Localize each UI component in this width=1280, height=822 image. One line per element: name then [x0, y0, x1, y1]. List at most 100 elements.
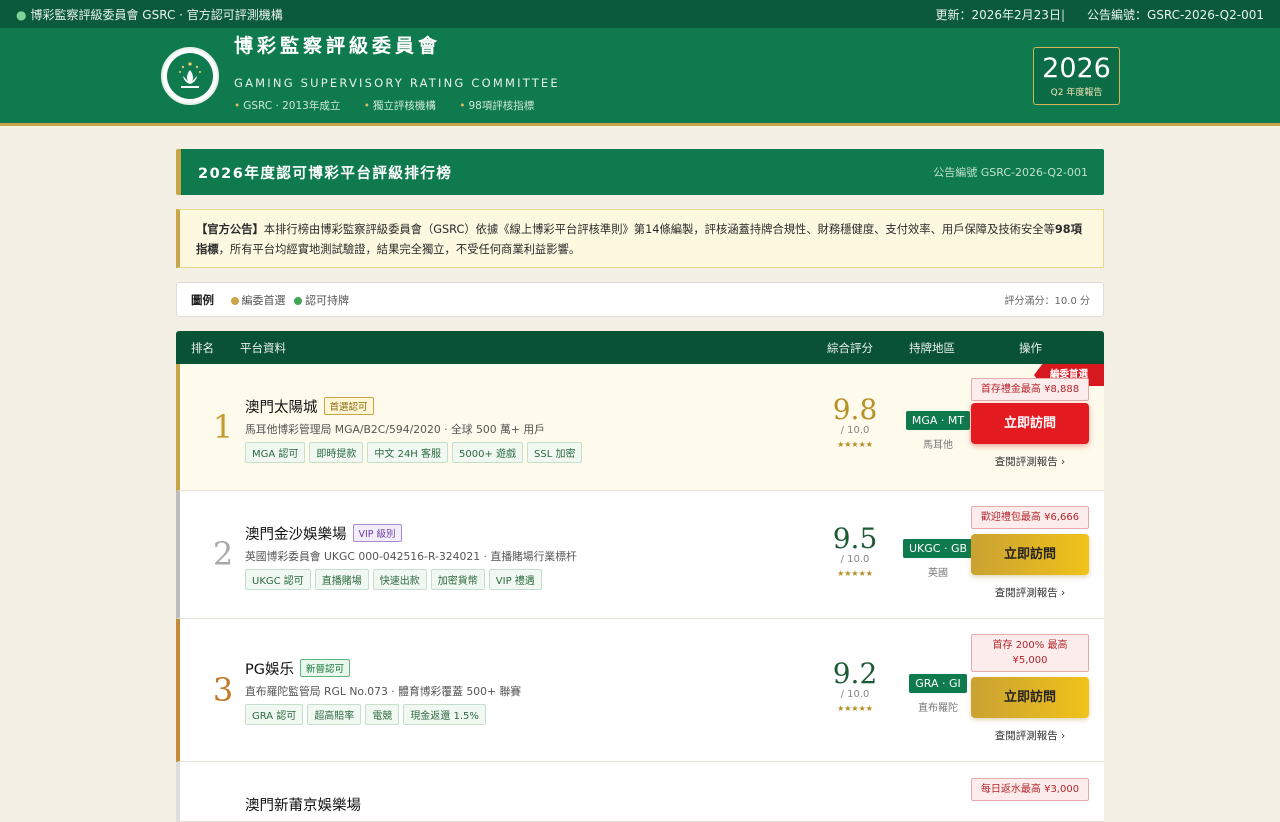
meta-independent: 獨立評核機構 — [372, 100, 436, 112]
meta-indicators: 98項評核指標 — [468, 100, 535, 112]
score-block: 9.2 / 10.0 ★★★★★ — [810, 657, 900, 714]
feature-tag: 直播賭場 — [314, 569, 369, 590]
visit-button[interactable]: 立即訪問 — [971, 677, 1089, 718]
notice-tail: ，所有平台均經實地測試驗證，結果完全獨立，不受任何商業利益影響。 — [218, 243, 581, 256]
update-date: 更新：2026年2月23日 — [935, 7, 1061, 22]
star-rating-icon: ★★★★★ — [837, 704, 873, 713]
legend-bar: 圖例 編委首選 認可持牌 評分滿分：10.0 分 — [176, 282, 1104, 317]
top-bar: ● 博彩監察評級委員會 GSRC · 官方認可評測機構 更新：2026年2月23日… — [0, 0, 1280, 28]
section-code: 公告編號 GSRC-2026-Q2-001 — [933, 166, 1088, 179]
license-block: MGA · MT 馬耳他 — [898, 409, 978, 451]
bonus-badge: 每日返水最高 ¥3,000 — [971, 778, 1089, 801]
bonus-badge: 首存 200% 最高 ¥5,000 — [971, 634, 1089, 672]
license-badge: MGA · MT — [905, 411, 971, 430]
lotus-icon — [167, 53, 213, 99]
action-block: 每日返水最高 ¥3,000 — [971, 778, 1089, 801]
license-badge: GRA · GI — [909, 674, 967, 693]
platform-name[interactable]: 澳門新莆京娛樂場 — [245, 794, 361, 815]
header-meta: • GSRC · 2013年成立 • 獨立評核機構 • 98項評核指標 — [234, 98, 554, 113]
score-value: 9.5 — [832, 522, 878, 555]
col-platform: 平台資料 — [240, 341, 286, 355]
license-country: 直布羅陀 — [918, 703, 958, 714]
feature-tags: GRA 認可 超高賠率 電競 現金返還 1.5% — [245, 704, 490, 725]
table-row: 3 PG娛乐 新晉認可 直布羅陀監管局 RGL No.073 · 體育博彩覆蓋 5… — [176, 619, 1104, 762]
committee-title-cn: 博彩監察評級委員會 — [234, 35, 442, 57]
feature-tag: 快速出款 — [372, 569, 427, 590]
feature-tag: 電競 — [365, 704, 400, 725]
license-country: 馬耳他 — [923, 440, 953, 451]
section-title: 2026年度認可博彩平台評級排行榜 — [198, 165, 453, 182]
platform-desc: 馬耳他博彩管理局 MGA/B2C/594/2020 · 全球 500 萬+ 用戶 — [245, 423, 545, 436]
platform-name[interactable]: 澳門太陽城 首選認可 — [245, 396, 374, 417]
notice-label: 【官方公告】 — [196, 223, 264, 236]
col-license: 持牌地區 — [909, 341, 955, 355]
legend-licensed: 認可持牌 — [305, 293, 349, 307]
score-max: / 10.0 — [840, 554, 870, 565]
col-action: 操作 — [1019, 341, 1042, 355]
macau-emblem-logo[interactable] — [161, 47, 219, 105]
table-header: 排名 平台資料 綜合評分 持牌地區 操作 — [176, 331, 1104, 364]
site-header: 博彩監察評級委員會 GAMING SUPERVISORY RATING COMM… — [0, 28, 1280, 126]
status-badge: 新晉認可 — [299, 659, 350, 677]
feature-tags: MGA 認可 即時提款 中文 24H 客服 5000+ 遊戲 SSL 加密 — [245, 442, 586, 463]
visit-button[interactable]: 立即訪問 — [971, 403, 1089, 444]
year-report-box[interactable]: 2026 Q2 年度報告 — [1033, 47, 1120, 105]
rank-number: 1 — [212, 408, 234, 446]
bonus-badge: 首存禮金最高 ¥8,888 — [971, 378, 1089, 401]
feature-tag: SSL 加密 — [527, 442, 583, 463]
platform-name[interactable]: PG娛乐 新晉認可 — [245, 658, 350, 679]
report-year: 2026 — [1042, 53, 1111, 84]
bonus-badge: 歡迎禮包最高 ¥6,666 — [971, 506, 1089, 529]
platform-desc: 英國博彩委員會 UKGC 000-042516-R-324021 · 直播賭場行… — [245, 550, 577, 563]
table-row: 澳門新莆京娛樂場 每日返水最高 ¥3,000 — [176, 762, 1104, 822]
bullet-icon: • — [234, 100, 241, 112]
license-country: 英國 — [928, 568, 948, 579]
ranking-section-title: 2026年度認可博彩平台評級排行榜 公告編號 GSRC-2026-Q2-001 — [176, 149, 1104, 195]
bullet-icon: • — [459, 100, 466, 112]
score-value: 9.2 — [832, 657, 878, 690]
action-block: 歡迎禮包最高 ¥6,666 立即訪問 查閱評測報告 › — [971, 506, 1089, 600]
action-block: 首存 200% 最高 ¥5,000 立即訪問 查閱評測報告 › — [971, 634, 1089, 743]
top-bar-left: ● 博彩監察評級委員會 GSRC · 官方認可評測機構 — [16, 7, 283, 22]
feature-tag: 加密貨幣 — [430, 569, 485, 590]
score-max: / 10.0 — [840, 689, 870, 700]
gold-dot-icon — [230, 296, 239, 305]
status-dot-icon: ● — [16, 7, 27, 22]
notice-text: 本排行榜由博彩監察評級委員會（GSRC）依據《線上博彩平台評核準則》第14條編製… — [263, 223, 1055, 236]
score-max: / 10.0 — [840, 425, 870, 436]
feature-tag: VIP 禮遇 — [488, 569, 542, 590]
notice-number: 公告編號：GSRC-2026-Q2-001 — [1087, 7, 1264, 22]
score-value: 9.8 — [832, 393, 878, 426]
visit-button[interactable]: 立即訪問 — [971, 534, 1089, 575]
license-block: GRA · GI 直布羅陀 — [898, 672, 978, 714]
table-row: 編委首選 1 澳門太陽城 首選認可 馬耳他博彩管理局 MGA/B2C/594/20… — [176, 364, 1104, 491]
legend-max-score: 評分滿分：10.0 分 — [1004, 296, 1090, 307]
license-block: UKGC · GB 英國 — [898, 537, 978, 579]
feature-tags: UKGC 認可 直播賭場 快速出款 加密貨幣 VIP 禮遇 — [245, 569, 546, 590]
view-report-link[interactable]: 查閱評測報告 › — [971, 585, 1089, 600]
license-badge: UKGC · GB — [902, 539, 974, 558]
action-block: 首存禮金最高 ¥8,888 立即訪問 查閱評測報告 › — [971, 378, 1089, 469]
status-badge: 首選認可 — [323, 397, 374, 415]
top-bar-right: 更新：2026年2月23日| 公告編號：GSRC-2026-Q2-001 — [936, 6, 1265, 23]
status-badge: VIP 級別 — [352, 524, 402, 542]
feature-tag: GRA 認可 — [245, 704, 304, 725]
view-report-link[interactable]: 查閱評測報告 › — [971, 728, 1089, 743]
rank-number: 2 — [212, 535, 234, 573]
feature-tag: 中文 24H 客服 — [367, 442, 449, 463]
score-block: 9.8 / 10.0 ★★★★★ — [810, 393, 900, 450]
legend-editor-pick: 編委首選 — [241, 293, 286, 307]
view-report-link[interactable]: 查閱評測報告 › — [971, 454, 1089, 469]
committee-title-en: GAMING SUPERVISORY RATING COMMITTEE — [234, 76, 560, 90]
col-rank: 排名 — [191, 341, 214, 355]
platform-name[interactable]: 澳門金沙娛樂場 VIP 級別 — [245, 523, 402, 544]
platform-desc: 直布羅陀監管局 RGL No.073 · 體育博彩覆蓋 500+ 聯賽 — [245, 685, 522, 698]
legend-label: 圖例 — [191, 292, 214, 307]
score-block: 9.5 / 10.0 ★★★★★ — [810, 522, 900, 579]
feature-tag: UKGC 認可 — [245, 569, 311, 590]
star-rating-icon: ★★★★★ — [837, 440, 873, 449]
col-score: 綜合評分 — [827, 341, 873, 355]
top-bar-separator: | — [1060, 7, 1065, 22]
feature-tag: 5000+ 遊戲 — [452, 442, 524, 463]
meta-founded: GSRC · 2013年成立 — [243, 100, 341, 112]
